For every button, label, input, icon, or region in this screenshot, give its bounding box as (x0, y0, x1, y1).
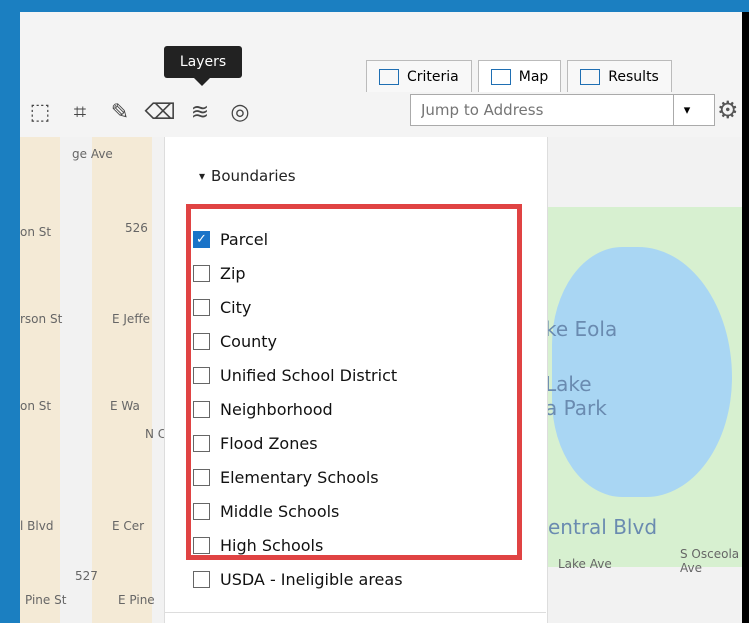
dropdown-arrow-icon[interactable]: ▾ (673, 95, 700, 125)
layers-icon[interactable]: ≋ (180, 94, 220, 130)
boundaries-section-header[interactable]: ▾ Boundaries (165, 155, 547, 197)
screenshot-frame: Layers Criteria Map Results ⬚ ⌗ ✎ ⌫ ≋ ◎ … (0, 0, 749, 623)
list-item-label: USDA - Ineligible areas (220, 569, 403, 589)
shape-tool-icon[interactable]: ⌗ (60, 94, 100, 130)
target-icon[interactable]: ◎ (220, 94, 260, 130)
map-label: S Osceola Ave (680, 547, 740, 575)
tab-results[interactable]: Results (567, 60, 672, 92)
tab-results-label: Results (608, 68, 659, 85)
map-block (20, 137, 60, 623)
checkbox-icon[interactable] (193, 570, 210, 588)
list-item[interactable]: USDA - Ineligible areas (193, 562, 523, 596)
table-icon (580, 68, 601, 85)
map-block (92, 137, 152, 623)
tab-map[interactable]: Map (477, 60, 562, 92)
polygon-tool-icon[interactable]: ⬚ (20, 94, 60, 130)
section-title: Boundaries (211, 167, 296, 185)
map-label: l Blvd (20, 519, 54, 533)
view-tabs: Criteria Map Results (366, 60, 672, 92)
top-toolbar: Layers Criteria Map Results ⬚ ⌗ ✎ ⌫ ≋ ◎ … (20, 12, 742, 137)
sliders-icon (379, 68, 399, 85)
map-label: 526 (125, 221, 148, 235)
map-label: E Jeffe (112, 312, 150, 326)
map-label: rson St (20, 312, 63, 326)
jump-to-address: ▾ (410, 94, 715, 126)
chevron-down-icon: ▾ (199, 169, 206, 183)
panel-divider (164, 612, 546, 613)
gear-icon[interactable]: ⚙ (717, 96, 739, 124)
tab-criteria[interactable]: Criteria (366, 60, 472, 92)
eraser-icon[interactable]: ⌫ (140, 94, 180, 130)
map-label: ke Eola (545, 317, 618, 341)
map-label: entral Blvd (548, 515, 658, 539)
highlight-rectangle (186, 204, 522, 560)
layers-tooltip: Layers (164, 46, 242, 86)
map-label: 527 (75, 569, 98, 583)
map-label: on St (20, 399, 52, 413)
pencil-icon[interactable]: ✎ (100, 94, 140, 130)
tab-map-label: Map (518, 68, 549, 85)
jump-to-address-input[interactable] (411, 100, 673, 120)
map-label: on St (20, 225, 52, 239)
map-icon (490, 68, 511, 85)
map-label: E Wa (110, 399, 140, 413)
map-label: ge Ave (72, 147, 113, 161)
tooltip-text: Layers (179, 54, 227, 70)
map-label: E Cer (112, 519, 145, 533)
map-label: Lake Ave (558, 557, 612, 571)
map-label: Lake a Park (545, 372, 607, 420)
tab-criteria-label: Criteria (407, 68, 459, 85)
app-window: Layers Criteria Map Results ⬚ ⌗ ✎ ⌫ ≋ ◎ … (20, 12, 742, 623)
map-label: Pine St (25, 593, 67, 607)
map-label: E Pine (118, 593, 155, 607)
